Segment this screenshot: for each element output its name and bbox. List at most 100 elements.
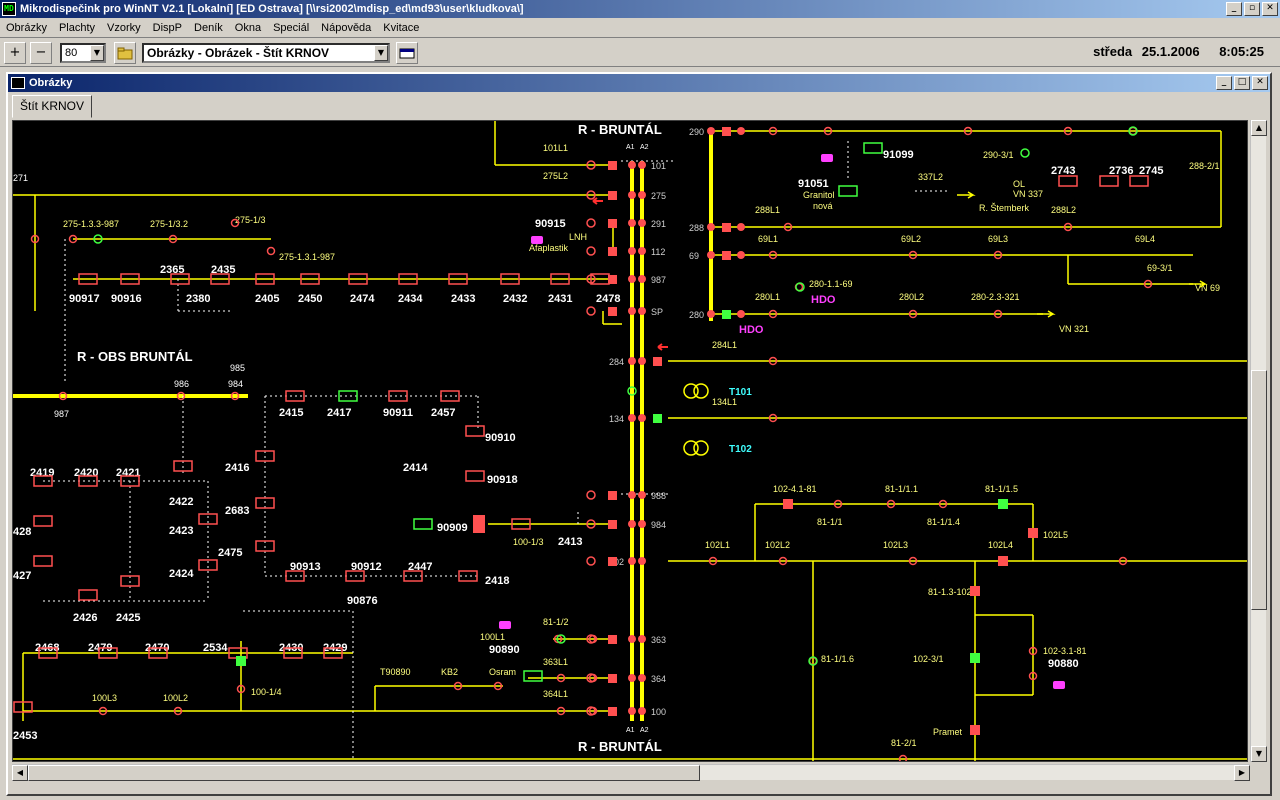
child-close-button[interactable]: ✕ — [1252, 76, 1268, 90]
node-2414[interactable] — [473, 515, 485, 533]
switch-device[interactable] — [78, 589, 98, 601]
bus-node-a1[interactable] — [628, 357, 636, 365]
bus-node[interactable] — [707, 310, 715, 318]
transformer-t102[interactable] — [683, 440, 709, 456]
window-icon[interactable] — [11, 77, 25, 89]
breaker-node-closed[interactable] — [998, 499, 1008, 509]
disconnector[interactable] — [586, 218, 596, 228]
bus-node[interactable] — [707, 251, 715, 259]
minimize-button[interactable]: _ — [1226, 2, 1242, 16]
horizontal-scroll-thumb[interactable] — [28, 765, 700, 781]
disconnector[interactable] — [586, 246, 596, 256]
open-picture-button[interactable] — [114, 41, 136, 64]
disconnector[interactable] — [737, 127, 745, 135]
bus-node-a2[interactable] — [638, 191, 646, 199]
bus-node-a1[interactable] — [628, 247, 636, 255]
breaker[interactable] — [608, 520, 617, 529]
tab-stit-krnov[interactable]: Štít KRNOV — [12, 95, 93, 118]
vertical-scroll-thumb[interactable] — [1251, 370, 1267, 610]
bus-node-a1[interactable] — [628, 707, 636, 715]
menu-okna[interactable]: Okna — [229, 18, 267, 38]
chevron-down-icon[interactable]: ▼ — [90, 44, 104, 61]
bus-node-a1[interactable] — [628, 307, 636, 315]
menu-dispp[interactable]: DispP — [147, 18, 188, 38]
switch-device[interactable] — [33, 515, 53, 527]
bus-node-a1[interactable] — [628, 635, 636, 643]
breaker-node[interactable] — [1028, 528, 1038, 538]
scroll-right-icon[interactable]: ▶ — [1234, 765, 1250, 781]
breaker[interactable] — [722, 310, 731, 319]
child-maximize-button[interactable]: □ — [1234, 76, 1250, 90]
bus-node-a2[interactable] — [638, 307, 646, 315]
bus-node-a2[interactable] — [638, 635, 646, 643]
breaker[interactable] — [608, 307, 617, 316]
switch-device[interactable] — [838, 185, 858, 197]
disconnector[interactable] — [737, 251, 745, 259]
bus-node-a2[interactable] — [638, 275, 646, 283]
restore-button[interactable]: ▫ — [1244, 2, 1260, 16]
red-arrow-icon[interactable] — [592, 197, 603, 205]
pictures-window-titlebar[interactable]: Obrázky _ □ ✕ — [8, 74, 1270, 92]
bus-node-a2[interactable] — [638, 491, 646, 499]
breaker[interactable] — [722, 251, 731, 260]
breaker[interactable] — [653, 357, 662, 366]
window-button[interactable] — [396, 41, 418, 64]
breaker-node[interactable] — [970, 725, 980, 735]
green-disconnector[interactable] — [1020, 148, 1030, 158]
bus-node-a2[interactable] — [638, 674, 646, 682]
breaker-node[interactable] — [783, 499, 793, 509]
zoom-select[interactable]: 80 ▼ — [60, 42, 106, 63]
network-diagram-svg[interactable]: 101275291112987SP28413498898410236336410… — [13, 121, 1248, 762]
disconnector-node[interactable] — [266, 246, 276, 256]
switch-device[interactable] — [1129, 175, 1149, 187]
breaker[interactable] — [722, 127, 731, 136]
breaker[interactable] — [608, 219, 617, 228]
bus-node-a2[interactable] — [638, 414, 646, 422]
breaker[interactable] — [653, 414, 662, 423]
scroll-up-icon[interactable]: ▲ — [1251, 120, 1267, 136]
child-minimize-button[interactable]: _ — [1216, 76, 1232, 90]
switch-device[interactable] — [523, 670, 543, 682]
switch-device[interactable] — [413, 518, 433, 530]
disconnector[interactable] — [737, 310, 745, 318]
bus-node-a2[interactable] — [638, 247, 646, 255]
breaker-node-closed[interactable] — [236, 656, 246, 666]
menu-special[interactable]: Speciál — [267, 18, 315, 38]
breaker[interactable] — [608, 191, 617, 200]
red-arrow-icon[interactable] — [657, 343, 668, 351]
bus-node-a1[interactable] — [628, 520, 636, 528]
breaker[interactable] — [608, 707, 617, 716]
arrow-icon[interactable] — [957, 191, 976, 199]
view-select[interactable]: Obrázky - Obrázek - Štít KRNOV ▼ — [142, 42, 390, 63]
arrow-icon[interactable] — [1037, 310, 1056, 318]
horizontal-scrollbar[interactable]: ◀ ▶ — [12, 764, 1250, 781]
bus-node-a2[interactable] — [638, 357, 646, 365]
bus-node-a1[interactable] — [628, 275, 636, 283]
menu-denik[interactable]: Deník — [188, 18, 229, 38]
bus-node[interactable] — [707, 127, 715, 135]
app-icon[interactable]: MD — [2, 2, 16, 16]
disconnector[interactable] — [737, 223, 745, 231]
switch-device[interactable] — [33, 555, 53, 567]
bus-node-a2[interactable] — [638, 520, 646, 528]
breaker[interactable] — [608, 161, 617, 170]
breaker[interactable] — [608, 674, 617, 683]
chevron-down-icon[interactable]: ▼ — [374, 44, 388, 61]
network-diagram[interactable]: 101275291112987SP28413498898410236336410… — [12, 120, 1248, 762]
breaker[interactable] — [722, 223, 731, 232]
bus-node-a1[interactable] — [628, 414, 636, 422]
switch-device[interactable] — [863, 142, 883, 154]
scroll-down-icon[interactable]: ▼ — [1251, 746, 1267, 762]
app-titlebar[interactable]: MD Mikrodispečink pro WinNT V2.1 [Lokaln… — [0, 0, 1280, 18]
bus-node-a2[interactable] — [638, 161, 646, 169]
breaker[interactable] — [608, 635, 617, 644]
switch-device[interactable] — [1099, 175, 1119, 187]
menu-napoveda[interactable]: Nápověda — [315, 18, 377, 38]
breaker[interactable] — [608, 557, 617, 566]
breaker[interactable] — [608, 247, 617, 256]
disconnector[interactable] — [586, 490, 596, 500]
menu-kvitace[interactable]: Kvitace — [377, 18, 425, 38]
bus-node[interactable] — [707, 223, 715, 231]
bus-node-a1[interactable] — [628, 161, 636, 169]
bus-node-a1[interactable] — [628, 191, 636, 199]
